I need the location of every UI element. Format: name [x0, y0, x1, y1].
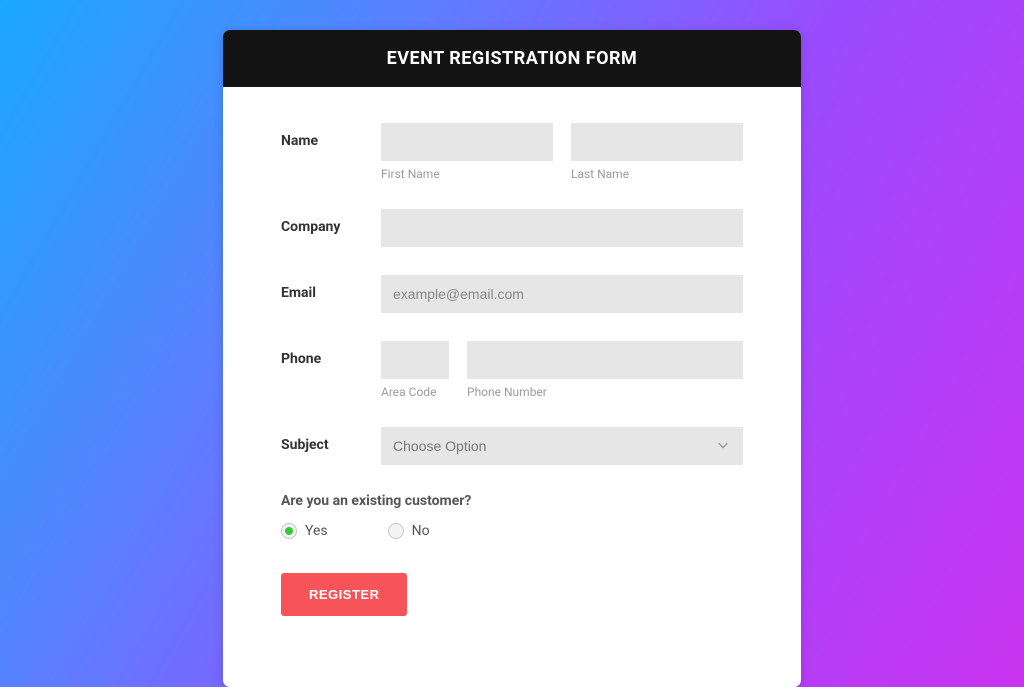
select-wrap-subject: Choose Option	[381, 427, 743, 465]
last-name-input[interactable]	[571, 123, 743, 161]
company-input[interactable]	[381, 209, 743, 247]
fields-subject: Choose Option	[381, 427, 743, 465]
row-company: Company	[281, 209, 743, 247]
card-body: Name First Name Last Name Company	[223, 87, 801, 646]
label-subject: Subject	[281, 427, 381, 453]
field-group-phone-number: Phone Number	[467, 341, 743, 399]
email-input[interactable]	[381, 275, 743, 313]
phone-number-input[interactable]	[467, 341, 743, 379]
subject-select[interactable]: Choose Option	[381, 427, 743, 465]
label-company: Company	[281, 209, 381, 235]
radio-icon	[388, 523, 404, 539]
radio-option-no[interactable]: No	[388, 523, 430, 539]
existing-customer-radios: Yes No	[281, 523, 743, 539]
field-group-area-code: Area Code	[381, 341, 449, 399]
fields-company	[381, 209, 743, 247]
fields-name: First Name Last Name	[381, 123, 743, 181]
first-name-input[interactable]	[381, 123, 553, 161]
fields-phone: Area Code Phone Number	[381, 341, 743, 399]
row-subject: Subject Choose Option	[281, 427, 743, 465]
radio-label-yes: Yes	[305, 523, 328, 539]
area-code-input[interactable]	[381, 341, 449, 379]
radio-label-no: No	[412, 523, 430, 539]
field-group-email	[381, 275, 743, 313]
sublabel-last-name: Last Name	[571, 167, 743, 181]
row-phone: Phone Area Code Phone Number	[281, 341, 743, 399]
label-name: Name	[281, 123, 381, 149]
fields-email	[381, 275, 743, 313]
field-group-company	[381, 209, 743, 247]
sublabel-area-code: Area Code	[381, 385, 449, 399]
row-email: Email	[281, 275, 743, 313]
register-button[interactable]: REGISTER	[281, 573, 407, 616]
radio-option-yes[interactable]: Yes	[281, 523, 328, 539]
sublabel-first-name: First Name	[381, 167, 553, 181]
row-name: Name First Name Last Name	[281, 123, 743, 181]
radio-icon	[281, 523, 297, 539]
label-email: Email	[281, 275, 381, 301]
registration-card: EVENT REGISTRATION FORM Name First Name …	[223, 30, 801, 687]
sublabel-phone-number: Phone Number	[467, 385, 743, 399]
existing-customer-question: Are you an existing customer?	[281, 493, 743, 509]
field-group-first-name: First Name	[381, 123, 553, 181]
field-group-last-name: Last Name	[571, 123, 743, 181]
card-header-title: EVENT REGISTRATION FORM	[223, 30, 801, 87]
label-phone: Phone	[281, 341, 381, 367]
